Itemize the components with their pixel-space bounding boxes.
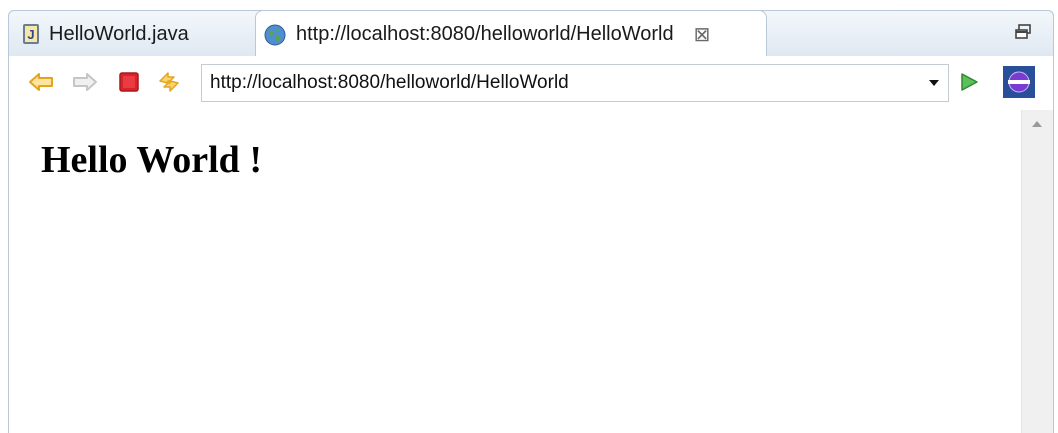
go-button[interactable] — [955, 68, 983, 96]
globe-icon — [264, 24, 286, 45]
go-icon — [961, 73, 978, 91]
java-file-icon: J — [23, 24, 39, 44]
restore-window-icon[interactable] — [1013, 23, 1033, 41]
chevron-down-icon[interactable] — [928, 78, 940, 88]
stop-icon — [119, 72, 139, 92]
vertical-scrollbar[interactable] — [1021, 110, 1053, 433]
tab-label: HelloWorld.java — [49, 22, 189, 45]
page-heading: Hello World ! — [41, 139, 262, 181]
stop-button[interactable] — [115, 68, 143, 96]
url-input[interactable] — [202, 71, 912, 95]
tab-browser-helloworld[interactable]: http://localhost:8080/helloworld/HelloWo… — [255, 10, 767, 58]
browser-window: J HelloWorld.java http://localhost:8080/… — [0, 0, 1058, 433]
page-content: Hello World ! — [8, 110, 1054, 433]
forward-button[interactable] — [71, 68, 99, 96]
browser-toolbar — [8, 56, 1054, 110]
refresh-button[interactable] — [155, 68, 183, 96]
close-icon[interactable]: ⊠ — [694, 22, 711, 47]
tab-label: http://localhost:8080/helloworld/HelloWo… — [296, 23, 674, 45]
eclipse-button[interactable] — [1003, 66, 1035, 98]
back-arrow-icon — [29, 73, 53, 91]
tab-helloworld-java[interactable]: J HelloWorld.java — [9, 11, 249, 57]
tab-bar: J HelloWorld.java http://localhost:8080/… — [8, 10, 1054, 58]
forward-arrow-icon — [73, 73, 97, 91]
scroll-up-arrow-icon[interactable] — [1031, 120, 1043, 128]
url-bar[interactable] — [201, 64, 949, 102]
back-button[interactable] — [27, 68, 55, 96]
refresh-icon — [159, 72, 179, 92]
eclipse-icon — [1003, 66, 1035, 98]
